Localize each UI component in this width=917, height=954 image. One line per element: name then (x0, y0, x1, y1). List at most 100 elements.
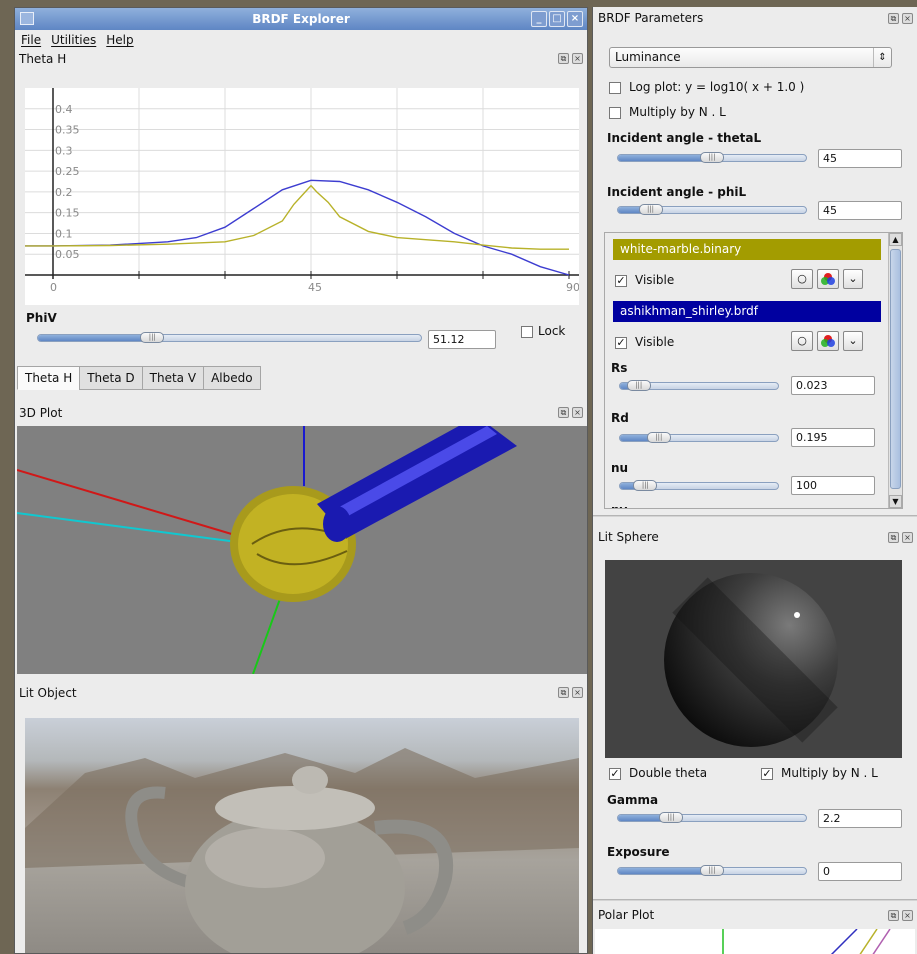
exposure-slider[interactable]: ||| (617, 865, 807, 876)
dock-separator (593, 899, 917, 901)
phiv-label: PhiV (26, 311, 57, 325)
multiply-nl-checkbox[interactable]: Multiply by N . L (609, 105, 726, 119)
thetal-input[interactable]: 45 (818, 149, 902, 168)
rs-label: Rs (611, 361, 628, 375)
plot-tabs: Theta H Theta D Theta V Albedo (17, 366, 261, 390)
close-icon[interactable]: × (567, 11, 583, 27)
slider-handle[interactable]: ||| (700, 152, 724, 163)
slider-handle[interactable]: ||| (140, 332, 165, 343)
rd-input[interactable]: 0.195 (791, 428, 875, 447)
tab-theta-v[interactable]: Theta V (141, 366, 205, 390)
float-icon[interactable]: ⧉ (558, 687, 569, 698)
checkbox-box[interactable]: ✓ (609, 767, 621, 780)
color-wheel-icon[interactable] (817, 269, 839, 289)
visible-checkbox-ashikhman[interactable]: ✓ Visible (615, 335, 674, 349)
polar-plot-viewport[interactable] (595, 929, 915, 954)
double-theta-checkbox[interactable]: ✓ Double theta (609, 766, 707, 780)
close-icon[interactable]: × (572, 687, 583, 698)
window-titlebar[interactable]: BRDF Explorer _ □ × (15, 8, 587, 30)
y-tick-label: 0.2 (55, 186, 73, 199)
phil-slider[interactable]: ||| (617, 204, 807, 215)
luminance-select[interactable]: Luminance ⇕ (609, 47, 892, 68)
series-line-2 (24, 184, 569, 250)
brdf-name-ashikhman[interactable]: ashikhman_shirley.brdf (613, 301, 881, 322)
close-icon[interactable]: × (572, 53, 583, 64)
tab-theta-h[interactable]: Theta H (17, 366, 81, 390)
rs-input[interactable]: 0.023 (791, 376, 875, 395)
float-icon[interactable]: ⧉ (888, 13, 899, 24)
lit-sphere-viewport[interactable] (605, 560, 902, 758)
gamma-slider[interactable]: ||| (617, 812, 807, 823)
log-plot-checkbox[interactable]: Log plot: y = log10( x + 1.0 ) (609, 80, 804, 94)
menu-file[interactable]: File (21, 30, 41, 50)
brdf-parameters-title: BRDF Parameters ⧉ × (593, 7, 917, 29)
dock-title-label: Polar Plot (598, 908, 655, 922)
menu-utilities[interactable]: Utilities (51, 30, 96, 50)
chevron-updown-icon[interactable]: ⇕ (873, 48, 891, 67)
float-icon[interactable]: ⧉ (558, 53, 569, 64)
chevron-down-icon[interactable]: ⌄ (843, 331, 863, 351)
dock-title-label: Theta H (19, 52, 67, 66)
dock-title-label: 3D Plot (19, 406, 63, 420)
exposure-input[interactable]: 0 (818, 862, 902, 881)
slider-handle[interactable]: ||| (700, 865, 724, 876)
slider-handle[interactable]: ||| (633, 480, 658, 491)
checkbox-box[interactable] (609, 81, 621, 94)
lock-checkbox-box[interactable] (521, 325, 533, 338)
tab-albedo[interactable]: Albedo (203, 366, 261, 390)
phiv-slider[interactable]: ||| (37, 332, 422, 343)
theta-h-chart-svg: 0.05 0.1 0.15 0.2 0.25 0.3 0.35 0.4 0 45 90 (24, 88, 580, 294)
slider-handle[interactable]: ||| (626, 380, 651, 391)
circle-icon[interactable]: ○ (791, 331, 813, 351)
visible-checkbox-marble[interactable]: ✓ Visible (615, 273, 674, 287)
close-icon[interactable]: × (902, 532, 913, 543)
scrollbar-thumb[interactable] (890, 249, 901, 489)
checkbox-box[interactable] (609, 106, 621, 119)
float-icon[interactable]: ⧉ (888, 532, 899, 543)
checkbox-box[interactable]: ✓ (615, 274, 627, 287)
float-icon[interactable]: ⧉ (888, 910, 899, 921)
gamma-input[interactable]: 2.2 (818, 809, 902, 828)
brdf-lobe-ashikhman-highlight (332, 426, 497, 521)
nu-input[interactable]: 100 (791, 476, 875, 495)
slider-handle[interactable]: ||| (638, 204, 663, 215)
circle-icon[interactable]: ○ (791, 269, 813, 289)
checkbox-box[interactable]: ✓ (615, 336, 627, 349)
chevron-up-icon[interactable]: ▲ (889, 233, 902, 246)
close-icon[interactable]: × (902, 910, 913, 921)
brdf-name-marble[interactable]: white-marble.binary (613, 239, 881, 260)
color-wheel-glyph (821, 273, 835, 285)
rd-label: Rd (611, 411, 629, 425)
dock-title-label: Lit Object (19, 686, 77, 700)
lock-checkbox[interactable]: Lock (521, 324, 565, 338)
brdf-list-scrollbar[interactable]: ▲ ▼ (888, 233, 902, 508)
menu-help[interactable]: Help (106, 30, 133, 50)
phil-input[interactable]: 45 (818, 201, 902, 220)
phiv-input[interactable]: 51.12 (428, 330, 496, 349)
log-plot-label: Log plot: y = log10( x + 1.0 ) (629, 80, 805, 94)
lit-object-viewport[interactable] (25, 718, 579, 953)
rs-slider[interactable]: ||| (619, 380, 779, 391)
chevron-down-icon[interactable]: ▼ (889, 495, 902, 508)
color-wheel-glyph (821, 335, 835, 347)
nu-slider[interactable]: ||| (619, 480, 779, 491)
plot3d-viewport[interactable] (17, 426, 587, 674)
checkbox-box[interactable]: ✓ (761, 767, 773, 780)
close-icon[interactable]: × (902, 13, 913, 24)
minimize-icon[interactable]: _ (531, 11, 547, 27)
maximize-icon[interactable]: □ (549, 11, 565, 27)
slider-handle[interactable]: ||| (646, 432, 671, 443)
tab-theta-d[interactable]: Theta D (79, 366, 143, 390)
lit-sphere-title: Lit Sphere ⧉ × (593, 526, 917, 548)
color-wheel-icon[interactable] (817, 331, 839, 351)
rd-slider[interactable]: ||| (619, 432, 779, 443)
thetal-slider[interactable]: ||| (617, 152, 807, 163)
teapot-knob (292, 766, 328, 794)
close-icon[interactable]: × (572, 407, 583, 418)
sphere-multiply-checkbox[interactable]: ✓ Multiply by N . L (761, 766, 878, 780)
chevron-down-icon[interactable]: ⌄ (843, 269, 863, 289)
float-icon[interactable]: ⧉ (558, 407, 569, 418)
y-tick-label: 0.35 (55, 124, 80, 137)
slider-handle[interactable]: ||| (659, 812, 683, 823)
app-icon[interactable] (20, 12, 34, 25)
